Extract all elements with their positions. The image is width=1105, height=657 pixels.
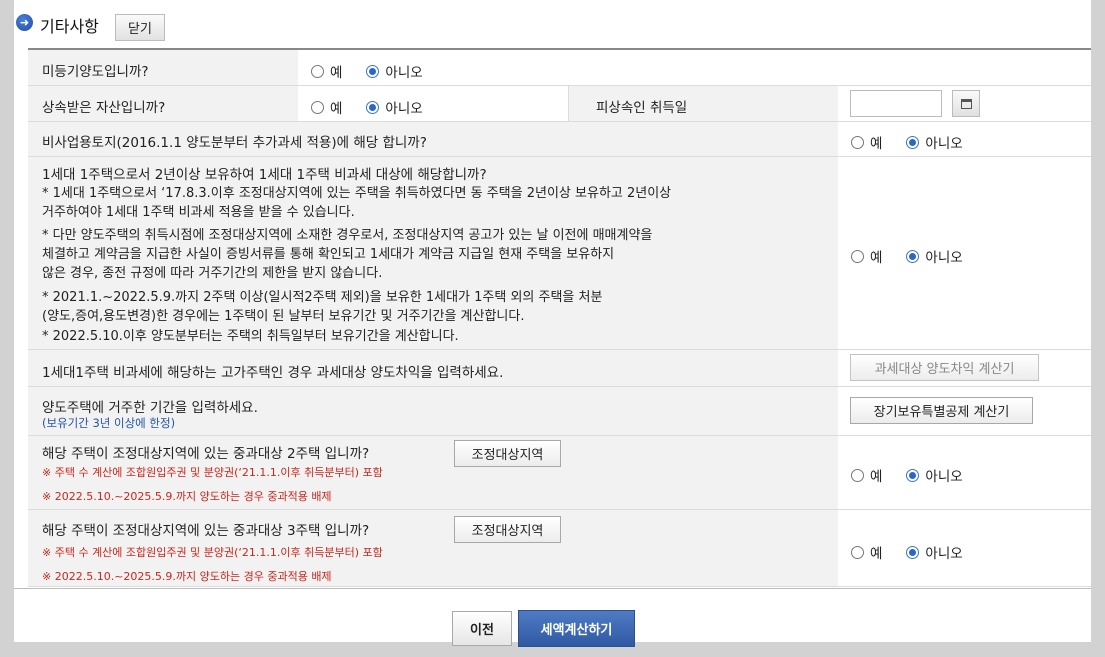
radio-button[interactable] <box>851 545 864 559</box>
radio-nonbusiness-yes[interactable]: 예 <box>851 132 882 152</box>
radio-button-selected[interactable] <box>906 468 920 482</box>
question-residence: 양도주택에 거주한 기간을 입력하세요. <box>42 400 258 416</box>
radio-group-one-house: 예 아니오 <box>851 246 963 266</box>
note-one-house-2: * 다만 양도주택의 취득시점에 조정대상지역에 소재한 경우로서, 조정대상지… <box>42 228 653 281</box>
red-note-two-house-2: ※ 2022.5.10.~2025.5.9.까지 양도하는 경우 중과적용 배제 <box>42 490 332 503</box>
question-one-house: 1세대 1주택으로서 2년이상 보유하여 1세대 1주택 비과세 대상에 해당합… <box>42 167 487 183</box>
radio-button[interactable] <box>311 64 324 78</box>
radio-unregistered-no[interactable]: 아니오 <box>366 61 423 81</box>
radio-group-three-house: 예 아니오 <box>851 542 963 562</box>
questions-table: 미등기양도입니까? 예 아니오 상속받은 자산입니까? 예 아니오 피상속인 취… <box>28 48 1091 587</box>
adjustment-area-button-3[interactable]: 조정대상지역 <box>454 516 561 543</box>
radio-button[interactable] <box>851 468 864 482</box>
radio-button[interactable] <box>851 249 864 263</box>
radio-three-house-yes[interactable]: 예 <box>851 542 882 562</box>
note-one-house-4: * 2022.5.10.이후 양도분부터는 주택의 취득일부터 보유기간을 계산… <box>42 329 459 344</box>
row-three-house: 해당 주택이 조정대상지역에 있는 중과대상 3주택 입니까? 조정대상지역 ※… <box>28 510 1091 587</box>
calculate-tax-button[interactable]: 세액계산하기 <box>518 610 635 647</box>
red-note-three-house-1: ※ 주택 수 계산에 조합원입주권 및 분양권(‘21.1.1.이후 취득분부터… <box>42 546 383 559</box>
radio-one-house-yes[interactable]: 예 <box>851 246 882 266</box>
previous-button[interactable]: 이전 <box>452 611 512 646</box>
radio-group-unregistered: 예 아니오 <box>311 61 423 81</box>
row-nonbusiness: 비사업용토지(2016.1.1 양도분부터 추가과세 적용)에 해당 합니까? … <box>28 122 1091 157</box>
radio-button-selected[interactable] <box>366 100 380 114</box>
radio-three-house-no[interactable]: 아니오 <box>906 542 963 562</box>
row-unregistered: 미등기양도입니까? 예 아니오 <box>28 50 1091 86</box>
question-three-house: 해당 주택이 조정대상지역에 있는 중과대상 3주택 입니까? <box>42 523 370 539</box>
question-two-house: 해당 주택이 조정대상지역에 있는 중과대상 2주택 입니까? <box>42 446 370 462</box>
radio-nonbusiness-no[interactable]: 아니오 <box>906 132 963 152</box>
question-unregistered: 미등기양도입니까? <box>42 64 149 80</box>
note-one-house-1: * 1세대 1주택으로서 ‘17.8.3.이후 조정대상지역에 있는 주택을 취… <box>42 186 672 220</box>
radio-two-house-yes[interactable]: 예 <box>851 465 882 485</box>
row-luxury: 1세대1주택 비과세에 해당하는 고가주택인 경우 과세대상 양도차익을 입력하… <box>28 350 1091 387</box>
radio-inherited-yes[interactable]: 예 <box>311 97 342 117</box>
question-luxury: 1세대1주택 비과세에 해당하는 고가주택인 경우 과세대상 양도차익을 입력하… <box>42 365 504 381</box>
radio-button[interactable] <box>851 135 864 149</box>
adjustment-area-button-2[interactable]: 조정대상지역 <box>454 440 561 467</box>
hint-residence: (보유기간 3년 이상에 한정) <box>42 416 176 430</box>
red-note-two-house-1: ※ 주택 수 계산에 조합원입주권 및 분양권(‘21.1.1.이후 취득분부터… <box>42 466 383 479</box>
radio-button-selected[interactable] <box>906 135 920 149</box>
calendar-icon <box>961 99 972 109</box>
row-one-house: 1세대 1주택으로서 2년이상 보유하여 1세대 1주택 비과세 대상에 해당합… <box>28 157 1091 350</box>
radio-group-inherited: 예 아니오 <box>311 97 423 117</box>
footer-divider <box>14 588 1091 589</box>
row-inherited: 상속받은 자산입니까? 예 아니오 피상속인 취득일 <box>28 86 1091 122</box>
section-header: ➜ 기타사항 닫기 <box>14 12 1091 42</box>
row-residence: 양도주택에 거주한 기간을 입력하세요. (보유기간 3년 이상에 한정) 장기… <box>28 387 1091 436</box>
radio-inherited-no[interactable]: 아니오 <box>366 97 423 117</box>
radio-button-selected[interactable] <box>906 249 920 263</box>
note-one-house-3: * 2021.1.~2022.5.9.까지 2주택 이상(일시적2주택 제외)을… <box>42 290 603 324</box>
question-inherited: 상속받은 자산입니까? <box>42 100 166 116</box>
section-title: 기타사항 <box>40 17 99 36</box>
radio-two-house-no[interactable]: 아니오 <box>906 465 963 485</box>
acquisition-date-input[interactable] <box>850 90 942 117</box>
radio-unregistered-yes[interactable]: 예 <box>311 61 342 81</box>
row-two-house: 해당 주택이 조정대상지역에 있는 중과대상 2주택 입니까? 조정대상지역 ※… <box>28 436 1091 510</box>
other-matters-panel: ➜ 기타사항 닫기 미등기양도입니까? 예 아니오 상속받은 자산입니까? 예 … <box>14 0 1091 642</box>
red-note-three-house-2: ※ 2022.5.10.~2025.5.9.까지 양도하는 경우 중과적용 배제 <box>42 570 332 583</box>
arrow-right-circle-icon: ➜ <box>16 14 33 31</box>
radio-button-selected[interactable] <box>366 64 380 78</box>
transfer-gain-calculator-button[interactable]: 과세대상 양도차익 계산기 <box>850 354 1039 381</box>
radio-one-house-no[interactable]: 아니오 <box>906 246 963 266</box>
calendar-button[interactable] <box>952 90 980 117</box>
label-acquisition-date: 피상속인 취득일 <box>596 100 688 116</box>
radio-group-two-house: 예 아니오 <box>851 465 963 485</box>
radio-group-nonbusiness: 예 아니오 <box>851 132 963 152</box>
question-nonbusiness: 비사업용토지(2016.1.1 양도분부터 추가과세 적용)에 해당 합니까? <box>42 135 427 151</box>
long-term-deduction-calculator-button[interactable]: 장기보유특별공제 계산기 <box>850 397 1033 424</box>
radio-button-selected[interactable] <box>906 545 920 559</box>
radio-button[interactable] <box>311 100 324 114</box>
close-button[interactable]: 닫기 <box>115 14 165 41</box>
